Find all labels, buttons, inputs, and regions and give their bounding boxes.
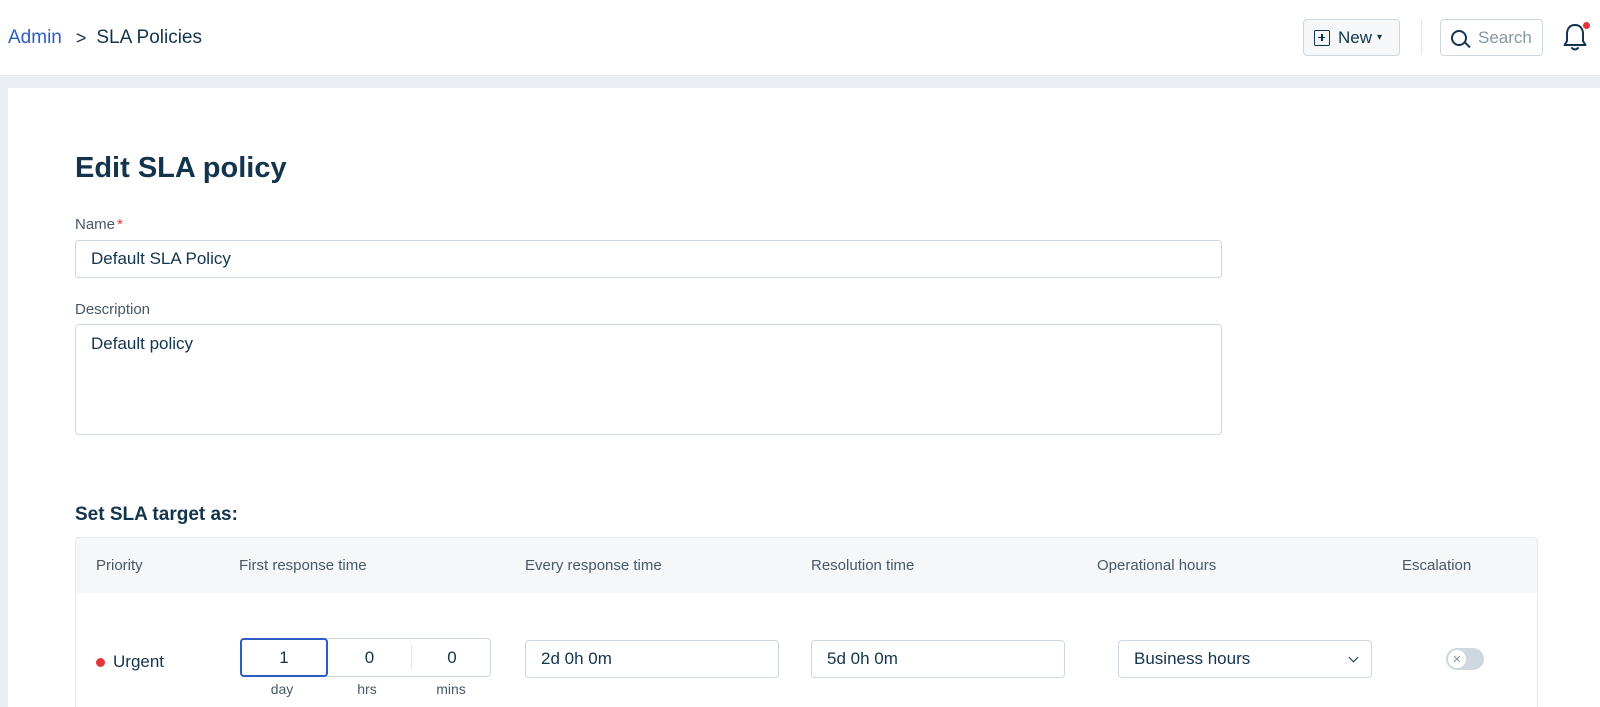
- new-button[interactable]: New ▾: [1303, 19, 1400, 56]
- name-field[interactable]: Default SLA Policy: [75, 240, 1222, 278]
- priority-cell: Urgent: [96, 652, 164, 672]
- breadcrumb: Admin > SLA Policies: [8, 27, 202, 49]
- plus-square-icon: [1314, 29, 1330, 46]
- description-field[interactable]: Default policy: [75, 324, 1222, 435]
- new-button-label: New: [1338, 27, 1373, 47]
- first-response-hrs-field[interactable]: 0: [328, 645, 412, 670]
- resolution-time-input[interactable]: 5d 0h 0m: [811, 640, 1065, 678]
- mins-unit-label: mins: [436, 681, 466, 697]
- breadcrumb-current: SLA Policies: [96, 27, 202, 48]
- column-header-first-response: First response time: [239, 557, 367, 574]
- top-bar: Admin > SLA Policies New ▾ Search: [0, 0, 1600, 76]
- column-header-resolution: Resolution time: [811, 557, 915, 574]
- chevron-down-icon: ▾: [1377, 32, 1383, 43]
- operational-hours-value: Business hours: [1134, 649, 1251, 668]
- chevron-down-icon: [1348, 652, 1359, 663]
- breadcrumb-separator-icon: >: [75, 27, 87, 48]
- notifications-button[interactable]: [1562, 22, 1590, 52]
- table-header: Priority First response time Every respo…: [76, 538, 1537, 593]
- toggle-off-x-icon: ✕: [1448, 650, 1466, 668]
- sla-target-table: Priority First response time Every respo…: [75, 537, 1538, 707]
- first-response-mins-field[interactable]: 0: [412, 639, 492, 676]
- operational-hours-select[interactable]: Business hours: [1118, 640, 1372, 678]
- priority-label: Urgent: [113, 652, 165, 671]
- column-header-operational-hours: Operational hours: [1097, 557, 1217, 574]
- main-content: Edit SLA policy Name * Default SLA Policy…: [8, 88, 1600, 707]
- hrs-unit-label: hrs: [357, 681, 377, 697]
- table-row: Urgent 1 0 0 day hrs mins 2d 0h 0m 5d 0h…: [76, 593, 1537, 707]
- priority-dot-icon: [96, 657, 105, 667]
- search-icon: [1451, 29, 1467, 46]
- column-header-escalation: Escalation: [1402, 557, 1472, 574]
- first-response-day-field[interactable]: 1: [240, 638, 328, 677]
- sla-target-title: Set SLA target as:: [75, 504, 238, 525]
- search-input[interactable]: Search: [1440, 19, 1543, 56]
- day-unit-label: day: [270, 681, 294, 697]
- name-label-text: Name: [75, 216, 116, 233]
- page-title: Edit SLA policy: [75, 152, 287, 184]
- description-label: Description: [75, 301, 151, 318]
- column-header-every-response: Every response time: [525, 557, 662, 574]
- breadcrumb-admin-link[interactable]: Admin: [8, 27, 62, 49]
- column-header-priority: Priority: [96, 557, 143, 574]
- every-response-time-input[interactable]: 2d 0h 0m: [525, 640, 779, 678]
- escalation-toggle[interactable]: ✕: [1446, 648, 1484, 670]
- search-placeholder: Search: [1478, 27, 1532, 47]
- notification-badge: [1583, 22, 1590, 29]
- name-label: Name *: [75, 216, 123, 233]
- required-indicator: *: [117, 216, 123, 233]
- header-divider: [1421, 20, 1422, 54]
- first-response-time-input: 1 0 0: [240, 638, 491, 677]
